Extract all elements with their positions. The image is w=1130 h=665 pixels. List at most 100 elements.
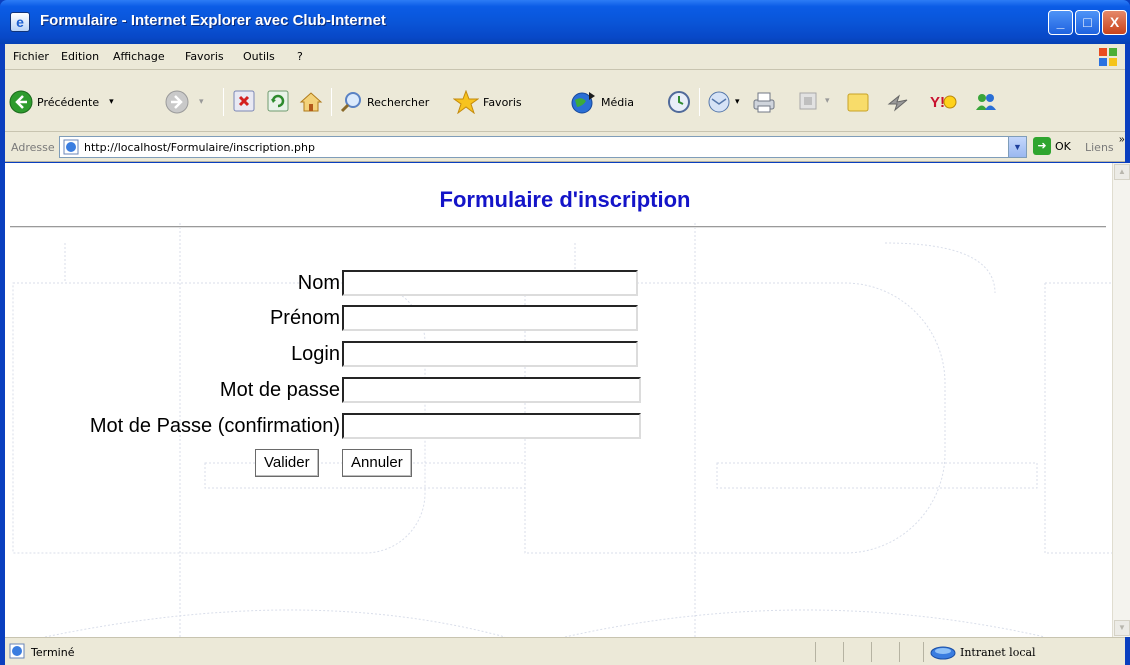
refresh-button[interactable] — [267, 90, 289, 112]
status-panel-divider — [815, 642, 816, 662]
maximize-button[interactable]: □ — [1075, 10, 1100, 35]
address-input[interactable]: http://localhost/Formulaire/inscription.… — [59, 136, 1027, 158]
vertical-scrollbar[interactable]: ▲ ▼ — [1112, 163, 1130, 637]
status-panel-divider — [843, 642, 844, 662]
page-loaded-icon — [9, 643, 25, 659]
printer-icon — [753, 92, 775, 113]
svg-text:Y!: Y! — [930, 94, 945, 111]
note-icon — [847, 93, 869, 112]
menu-outils[interactable]: Outils — [243, 50, 275, 63]
back-arrow-icon — [9, 90, 33, 114]
address-label: Adresse — [11, 141, 55, 154]
links-overflow-icon[interactable]: » — [1119, 134, 1125, 145]
refresh-icon — [267, 90, 289, 112]
form-row-nom: Nom — [5, 270, 705, 298]
search-icon — [340, 92, 361, 113]
status-panel-divider — [871, 642, 872, 662]
form-row-prenom: Prénom — [5, 305, 705, 333]
back-button[interactable]: Précédente ▾ — [9, 90, 114, 114]
reset-button[interactable]: Annuler — [342, 449, 412, 477]
forward-arrow-icon — [165, 90, 189, 114]
go-arrow-icon: ➜ — [1033, 137, 1051, 155]
status-panel-divider — [899, 642, 900, 662]
mail-dropdown-icon[interactable]: ▾ — [735, 97, 740, 107]
messenger-button[interactable] — [885, 90, 911, 114]
ie-icon: e — [10, 12, 30, 32]
address-dropdown-icon[interactable]: ▼ — [1008, 137, 1026, 157]
page-content: Formulaire d'inscription Nom Prénom Logi… — [5, 163, 1112, 637]
prenom-label: Prénom — [269, 307, 340, 329]
title-bar[interactable]: e Formulaire - Internet Explorer avec Cl… — [0, 0, 1130, 44]
go-label: OK — [1055, 139, 1071, 153]
login-input[interactable] — [342, 341, 638, 367]
history-button[interactable] — [667, 90, 691, 114]
star-icon — [453, 90, 479, 114]
toolbar: Précédente ▾ ▾ Rechercher Favoris Média … — [5, 70, 1125, 132]
contacts-button[interactable] — [973, 90, 999, 114]
menu-affichage[interactable]: Affichage — [113, 50, 165, 63]
scroll-up-icon[interactable]: ▲ — [1114, 164, 1130, 180]
form-row-password-confirm: Mot de Passe (confirmation) — [5, 413, 705, 441]
intranet-globe-icon — [930, 646, 956, 660]
address-bar: Adresse http://localhost/Formulaire/insc… — [5, 132, 1125, 162]
menu-help[interactable]: ? — [297, 50, 303, 63]
menu-fichier[interactable]: Fichier — [13, 50, 49, 63]
mail-button[interactable]: ▾ — [707, 90, 740, 114]
search-button[interactable]: Rechercher — [339, 90, 429, 114]
discuss-button[interactable] — [845, 90, 871, 114]
menu-edition[interactable]: Edition — [61, 50, 99, 63]
prenom-input[interactable] — [342, 305, 638, 331]
toolbar-separator — [331, 88, 332, 116]
password-confirm-label: Mot de Passe (confirmation) — [89, 415, 340, 437]
password-label: Mot de passe — [219, 379, 340, 401]
password-input[interactable] — [342, 377, 641, 403]
edit-button[interactable]: ▾ — [797, 90, 830, 112]
menu-bar: Fichier Edition Affichage Favoris Outils… — [5, 44, 1125, 70]
favorites-label: Favoris — [483, 95, 522, 109]
scroll-down-icon[interactable]: ▼ — [1114, 620, 1130, 636]
security-zone[interactable]: Intranet local — [923, 642, 1036, 662]
yahoo-button[interactable]: Y! — [929, 90, 957, 114]
favorites-button[interactable]: Favoris — [453, 90, 522, 114]
nom-input[interactable] — [342, 270, 638, 296]
back-label: Précédente — [37, 95, 100, 109]
password-confirm-input[interactable] — [342, 413, 641, 439]
form-row-password: Mot de passe — [5, 377, 705, 405]
close-button[interactable]: X — [1102, 10, 1127, 35]
stop-button[interactable] — [233, 90, 255, 112]
edit-dropdown-icon[interactable]: ▾ — [825, 96, 830, 106]
lightning-icon — [887, 94, 908, 112]
media-button[interactable]: Média — [571, 90, 634, 114]
go-button[interactable]: ➜ OK — [1033, 137, 1071, 155]
history-icon — [668, 91, 690, 113]
login-label: Login — [291, 343, 340, 365]
title-divider — [10, 226, 1106, 228]
back-dropdown-icon[interactable]: ▾ — [109, 97, 114, 107]
stop-icon — [233, 90, 255, 112]
status-bar: Terminé Intranet local — [5, 637, 1125, 665]
minimize-button[interactable]: _ — [1048, 10, 1073, 35]
forward-dropdown-icon[interactable]: ▾ — [199, 97, 204, 107]
window-title: Formulaire - Internet Explorer avec Club… — [40, 12, 386, 29]
nom-label: Nom — [297, 272, 340, 294]
zone-label: Intranet local — [960, 645, 1036, 659]
submit-button[interactable]: Valider — [255, 449, 319, 477]
print-button[interactable] — [751, 90, 777, 114]
home-icon — [299, 92, 323, 112]
toolbar-separator — [699, 88, 700, 116]
yahoo-icon: Y! — [930, 94, 957, 111]
home-button[interactable] — [299, 90, 323, 114]
page-title: Formulaire d'inscription — [439, 187, 691, 212]
mail-icon — [708, 91, 730, 113]
toolbar-separator — [223, 88, 224, 116]
menu-favoris[interactable]: Favoris — [185, 50, 224, 63]
form-row-login: Login — [5, 341, 705, 369]
forward-button[interactable]: ▾ — [165, 90, 204, 114]
status-text: Terminé — [31, 646, 75, 659]
links-label[interactable]: Liens — [1085, 141, 1114, 154]
address-url[interactable]: http://localhost/Formulaire/inscription.… — [84, 141, 315, 154]
search-label: Rechercher — [367, 95, 430, 109]
contacts-icon — [976, 94, 996, 110]
page-icon — [63, 139, 79, 155]
media-label: Média — [601, 95, 635, 109]
